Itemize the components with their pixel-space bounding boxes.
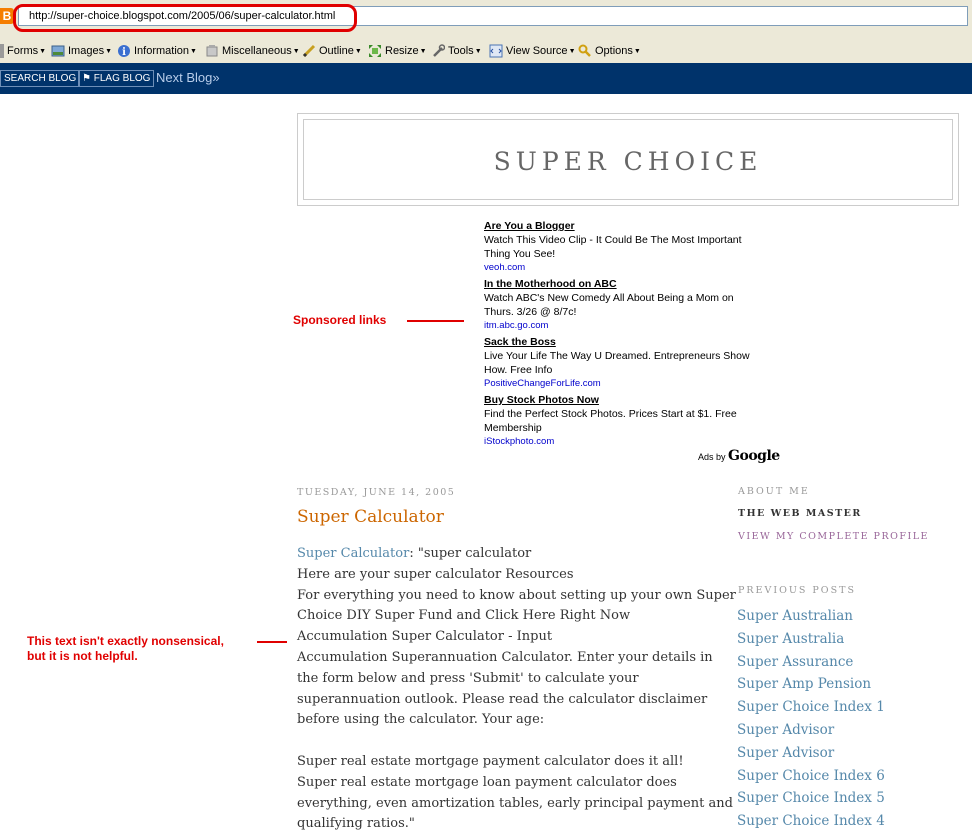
previous-post-link[interactable]: Super Amp Pension xyxy=(737,673,885,696)
toolbar-resize-button[interactable]: Resize ▼ xyxy=(368,44,427,58)
previous-post-link[interactable]: Super Choice Index 1 xyxy=(737,696,885,719)
post-line: Accumulation Superannuation Calculator. … xyxy=(297,649,713,665)
ad-url-link[interactable]: PositiveChangeForLife.com xyxy=(484,377,774,391)
about-me-heading: ABOUT ME xyxy=(738,486,810,497)
ad-text: How. Free Info xyxy=(484,364,553,376)
svg-text:i: i xyxy=(122,47,126,58)
previous-post-link[interactable]: Super Choice Index 4 xyxy=(737,810,885,833)
blog-title[interactable]: SUPER CHOICE xyxy=(304,147,952,176)
ad-url-link[interactable]: veoh.com xyxy=(484,261,774,275)
resize-icon xyxy=(368,44,382,58)
ad-text: Find the Perfect Stock Photos. Prices St… xyxy=(484,408,737,420)
ad-title-link[interactable]: Are You a Blogger xyxy=(484,219,774,233)
blogger-navbar: SEARCH BLOG ⚑ FLAG BLOG Next Blog» xyxy=(0,63,972,94)
ads-by-google-link[interactable]: Ads by Google xyxy=(698,448,780,464)
post-line: superannuation outlook. Please read the … xyxy=(297,691,708,707)
view-source-icon xyxy=(489,44,503,58)
previous-post-link[interactable]: Super Choice Index 6 xyxy=(737,765,885,788)
ad-unit: Are You a Blogger Watch This Video Clip … xyxy=(484,219,774,275)
post-line: qualifying ratios." xyxy=(297,816,415,832)
ad-text: Watch This Video Clip - It Could Be The … xyxy=(484,234,742,246)
ad-text: Thurs. 3/26 @ 8/7c! xyxy=(484,306,577,318)
forms-icon xyxy=(0,44,4,58)
annotation-sponsored-links: Sponsored links xyxy=(293,313,387,327)
previous-post-link[interactable]: Super Advisor xyxy=(737,742,885,765)
annotation-arrow-line xyxy=(257,641,287,643)
blogger-favicon-icon: B xyxy=(0,8,14,24)
ad-url-link[interactable]: itm.abc.go.com xyxy=(484,319,774,333)
toolbar-images-button[interactable]: Images ▼ xyxy=(51,44,112,58)
developer-toolbar: Forms ▼ Images ▼ i Information ▼ Miscellane… xyxy=(0,40,972,64)
toolbar-options-button[interactable]: Options ▼ xyxy=(578,44,641,58)
previous-posts-list: Super Australian Super Australia Super A… xyxy=(737,605,885,833)
information-icon: i xyxy=(117,44,131,58)
ad-title-link[interactable]: In the Motherhood on ABC xyxy=(484,277,774,291)
toolbar-forms-button[interactable]: Forms ▼ xyxy=(0,44,46,58)
post-line: For everything you need to know about se… xyxy=(297,587,736,603)
ad-text: Membership xyxy=(484,422,542,434)
post-title[interactable]: Super Calculator xyxy=(297,507,444,527)
ad-title-link[interactable]: Sack the Boss xyxy=(484,335,774,349)
address-bar: B http://super-choice.blogspot.com/2005/… xyxy=(0,0,972,40)
post-date: TUESDAY, JUNE 14, 2005 xyxy=(297,487,456,498)
post-line: Here are your super calculator Resources xyxy=(297,566,574,582)
ad-text: Watch ABC's New Comedy All About Being a… xyxy=(484,292,734,304)
ad-text: Live Your Life The Way U Dreamed. Entrep… xyxy=(484,350,750,362)
annotation-arrow-line xyxy=(407,320,464,322)
author-name: THE WEB MASTER xyxy=(738,508,862,519)
toolbar-miscellaneous-button[interactable]: Miscellaneous ▼ xyxy=(205,44,300,58)
previous-posts-heading: PREVIOUS POSTS xyxy=(738,585,856,596)
ad-unit: In the Motherhood on ABC Watch ABC's New… xyxy=(484,277,774,333)
ad-title-link[interactable]: Buy Stock Photos Now xyxy=(484,393,774,407)
post-line xyxy=(297,731,717,752)
post-line: Super Calculator: "super calculator xyxy=(297,546,532,561)
toolbar-outline-button[interactable]: Outline ▼ xyxy=(302,44,362,58)
blog-header: SUPER CHOICE xyxy=(297,113,959,206)
previous-post-link[interactable]: Super Advisor xyxy=(737,719,885,742)
previous-post-link[interactable]: Super Australian xyxy=(737,605,885,628)
post-line: Choice DIY Super Fund and Click Here Rig… xyxy=(297,608,631,624)
ad-unit: Sack the Boss Live Your Life The Way U D… xyxy=(484,335,774,391)
post-line: Accumulation Super Calculator - Input xyxy=(297,629,553,645)
previous-post-link[interactable]: Super Choice Index 5 xyxy=(737,787,885,810)
toolbar-tools-button[interactable]: Tools ▼ xyxy=(431,44,482,58)
previous-post-link[interactable]: Super Australia xyxy=(737,628,885,651)
flag-icon: ⚑ xyxy=(82,73,91,84)
ad-unit: Buy Stock Photos Now Find the Perfect St… xyxy=(484,393,774,449)
options-icon xyxy=(578,44,592,58)
google-logo: Google xyxy=(728,448,780,464)
view-profile-link[interactable]: VIEW MY COMPLETE PROFILE xyxy=(738,531,929,542)
post-line: before using the calculator. Your age: xyxy=(297,712,545,728)
ad-text: Thing You See! xyxy=(484,248,556,260)
outline-icon xyxy=(302,44,316,58)
post-keyword-link[interactable]: Super Calculator xyxy=(297,546,409,561)
previous-post-link[interactable]: Super Assurance xyxy=(737,651,885,674)
url-annotation-circle xyxy=(13,4,357,32)
miscellaneous-icon xyxy=(205,44,219,58)
blog-header-inner: SUPER CHOICE xyxy=(303,119,953,200)
tools-icon xyxy=(431,44,446,58)
post-line: Super real estate mortgage loan payment … xyxy=(297,774,677,790)
toolbar-information-button[interactable]: i Information ▼ xyxy=(117,44,197,58)
next-blog-link[interactable]: Next Blog» xyxy=(156,70,220,85)
search-blog-button[interactable]: SEARCH BLOG xyxy=(0,70,81,87)
ad-url-link[interactable]: iStockphoto.com xyxy=(484,435,774,449)
post-line: Super real estate mortgage payment calcu… xyxy=(297,753,684,769)
toolbar-view-source-button[interactable]: View Source ▼ xyxy=(489,44,576,58)
annotation-nonsense-text: This text isn't exactly nonsensical, but… xyxy=(27,634,224,663)
post-body: Super Calculator: "super calculator Here… xyxy=(297,544,736,835)
flag-blog-button[interactable]: ⚑ FLAG BLOG xyxy=(78,70,155,87)
post-line: everything, even amortization tables, ea… xyxy=(297,795,733,811)
post-line: the form below and press 'Submit' to cal… xyxy=(297,670,639,686)
images-icon xyxy=(51,44,65,58)
